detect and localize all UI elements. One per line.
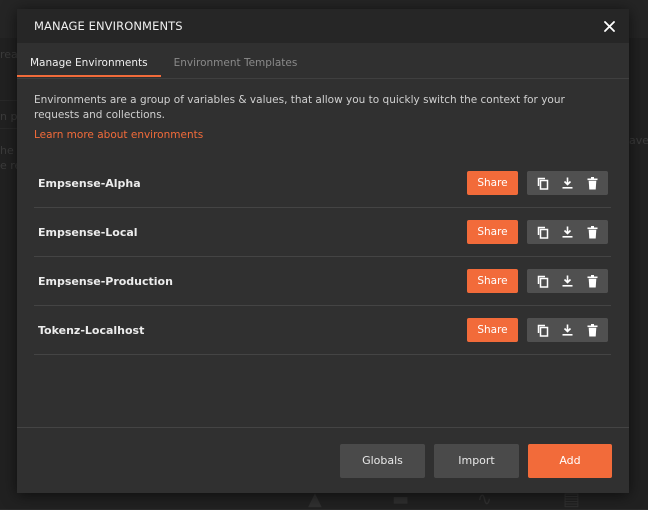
share-button[interactable]: Share: [467, 318, 518, 342]
duplicate-icon[interactable]: [530, 318, 555, 342]
delete-icon[interactable]: [580, 318, 605, 342]
environment-list: Empsense-Alpha Share Empsense-Local Shar…: [34, 159, 612, 355]
close-icon[interactable]: [599, 16, 619, 36]
row-actions: Share: [467, 269, 608, 293]
download-icon[interactable]: [555, 220, 580, 244]
modal-tabs: Manage Environments Environment Template…: [17, 43, 629, 79]
row-icon-group: [527, 318, 608, 342]
download-icon[interactable]: [555, 318, 580, 342]
delete-icon[interactable]: [580, 269, 605, 293]
add-button[interactable]: Add: [528, 443, 612, 478]
download-icon[interactable]: [555, 171, 580, 195]
environment-name[interactable]: Empsense-Local: [38, 226, 138, 239]
share-button[interactable]: Share: [467, 171, 518, 195]
modal-content: Environments are a group of variables & …: [17, 79, 629, 355]
modal-title: MANAGE ENVIRONMENTS: [34, 19, 183, 33]
row-actions: Share: [467, 318, 608, 342]
environment-row[interactable]: Tokenz-Localhost Share: [34, 306, 611, 355]
tab-manage-environments[interactable]: Manage Environments: [17, 43, 161, 77]
download-icon[interactable]: [555, 269, 580, 293]
row-icon-group: [527, 269, 608, 293]
globals-button[interactable]: Globals: [340, 443, 425, 478]
environment-row[interactable]: Empsense-Alpha Share: [34, 159, 611, 208]
environment-name[interactable]: Tokenz-Localhost: [38, 324, 144, 337]
row-icon-group: [527, 220, 608, 244]
environments-description: Environments are a group of variables & …: [34, 94, 565, 121]
duplicate-icon[interactable]: [530, 171, 555, 195]
delete-icon[interactable]: [580, 171, 605, 195]
learn-more-link[interactable]: Learn more about environments: [34, 129, 203, 141]
row-actions: Share: [467, 220, 608, 244]
delete-icon[interactable]: [580, 220, 605, 244]
share-button[interactable]: Share: [467, 269, 518, 293]
share-button[interactable]: Share: [467, 220, 518, 244]
import-button[interactable]: Import: [434, 443, 519, 478]
tab-environment-templates[interactable]: Environment Templates: [161, 43, 311, 77]
row-actions: Share: [467, 171, 608, 195]
environment-name[interactable]: Empsense-Production: [38, 275, 173, 288]
row-icon-group: [527, 171, 608, 195]
duplicate-icon[interactable]: [530, 220, 555, 244]
modal-header: MANAGE ENVIRONMENTS: [17, 9, 629, 43]
duplicate-icon[interactable]: [530, 269, 555, 293]
environment-name[interactable]: Empsense-Alpha: [38, 177, 141, 190]
manage-environments-modal: MANAGE ENVIRONMENTS Manage Environments …: [17, 9, 629, 493]
environment-row[interactable]: Empsense-Production Share: [34, 257, 611, 306]
environment-row[interactable]: Empsense-Local Share: [34, 208, 611, 257]
modal-footer: Globals Import Add: [17, 427, 629, 493]
